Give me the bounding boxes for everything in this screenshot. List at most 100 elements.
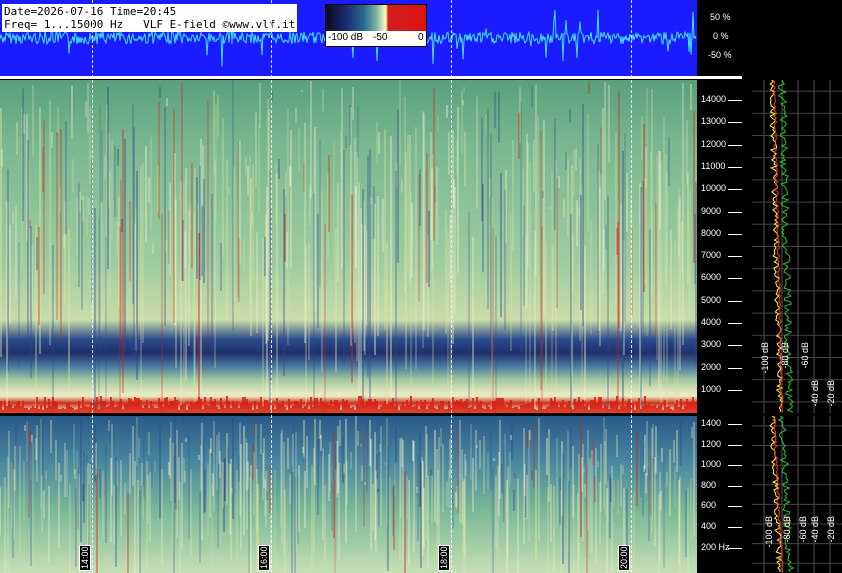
vlf-red-burst [366,401,368,413]
vlf-red-burst [504,405,506,413]
freq-tick-upper: 5000 [701,294,722,305]
vlf-red-burst [292,406,294,413]
vlf-red-burst [660,403,662,413]
vlf-red-burst [394,406,396,413]
vlf-red-burst [374,399,376,413]
vlf-red-burst [346,400,348,413]
vlf-red-burst [494,401,496,413]
vlf-red-burst [584,406,586,413]
vlf-red-burst [338,403,340,413]
vlf-red-burst [262,406,264,413]
vlf-red-burst [100,396,102,413]
vlf-red-burst [648,404,650,413]
freq-tick-lower: 400 [701,521,717,531]
freq-tick-lower: 1400 [701,418,722,428]
freq-tick-upper: 9000 [701,205,722,216]
vlf-red-burst [696,401,697,413]
vlf-red-burst [574,399,576,413]
vlf-red-burst [194,402,196,413]
vlf-red-burst [582,400,584,413]
vlf-red-burst [16,402,18,413]
vlf-red-burst [676,400,678,413]
vlf-red-burst [402,402,404,413]
vlf-red-burst [464,401,466,413]
vlf-red-burst [548,406,550,413]
vlf-red-burst [320,398,322,413]
vlf-red-burst [244,397,246,413]
spectrogram-lower [0,416,697,573]
vlf-red-burst [442,401,444,413]
vlf-red-burst [50,406,52,413]
vlf-red-burst [268,403,270,413]
vlf-red-burst [96,397,98,413]
vlf-red-burst [4,401,6,413]
colorbar-label-mid: -50 [373,32,388,43]
freq-tick-mark-upper [728,278,742,280]
vlf-red-burst [18,401,20,413]
spectrogram-lower-streaks [0,416,695,573]
freq-tick-mark-upper [728,122,742,124]
freq-tick-mark-upper [728,323,742,324]
freq-tick-mark-lower [728,424,742,425]
db-label-upper-40: -40 dB [810,380,820,407]
freq-tick-upper: 3000 [701,339,722,350]
vlf-red-burst [460,399,462,413]
vlf-red-burst [334,400,336,413]
vlf-red-burst [562,400,564,413]
vlf-red-burst [612,402,614,413]
vlf-red-burst [500,398,502,413]
freq-tick-upper: 11000 [701,160,726,171]
db-label-lower-80: -80 dB [782,516,792,543]
vlf-red-burst [632,404,634,413]
time-gridline-4 [631,0,632,573]
freq-tick-upper: 13000 [701,116,727,127]
vlf-red-burst [360,396,362,413]
vlf-red-burst [664,400,666,413]
vlf-red-burst [36,397,38,413]
spectrum-profile-lower-plot [752,416,842,573]
color-scale-legend: -100 dB -50 0 [325,4,427,47]
vlf-red-burst [112,401,114,413]
vlf-red-burst [84,406,86,413]
vlf-red-burst [222,405,224,413]
vlf-red-burst [428,406,430,413]
freq-tick-mark-upper [728,345,742,347]
vlf-red-burst [406,400,408,413]
vlf-red-burst [476,397,478,413]
vlf-red-burst [168,405,170,413]
vlf-red-burst [164,398,166,413]
vlf-red-burst [620,406,622,413]
vlf-red-burst [498,398,500,413]
vlf-red-burst [590,400,592,413]
vlf-red-burst [480,401,482,413]
vlf-red-burst [472,398,474,413]
spectrum-line-yellow [769,416,783,573]
db-label-lower-100: -100 dB [764,516,774,548]
vlf-red-burst [314,398,316,413]
vlf-red-burst [560,403,562,413]
freq-tick-mark-upper [728,189,742,191]
vlf-red-burst [242,397,244,413]
vlf-red-burst [208,406,210,413]
vlf-red-burst [48,399,50,413]
vlf-red-burst [538,398,540,413]
vlf-red-burst [392,398,394,413]
vlf-red-burst [390,402,392,413]
vlf-red-burst [638,398,640,413]
vlf-red-burst [198,397,200,413]
vlf-red-burst [220,398,222,413]
wave-label-0: 0 % [713,31,729,41]
vlf-red-burst [458,401,460,413]
vlf-red-burst [120,399,122,413]
freq-tick-mark-upper [728,367,742,369]
vlf-red-burst [668,406,670,413]
vlf-red-burst [78,401,80,413]
vlf-red-burst [650,406,652,413]
freq-tick-mark-upper [728,233,742,235]
vlf-red-burst [526,404,528,413]
vlf-red-burst [250,404,252,413]
vlf-red-burst [520,405,522,413]
color-scale-gradient [326,5,426,31]
vlf-red-burst [20,406,22,413]
freq-tick-mark-lower [728,465,742,467]
